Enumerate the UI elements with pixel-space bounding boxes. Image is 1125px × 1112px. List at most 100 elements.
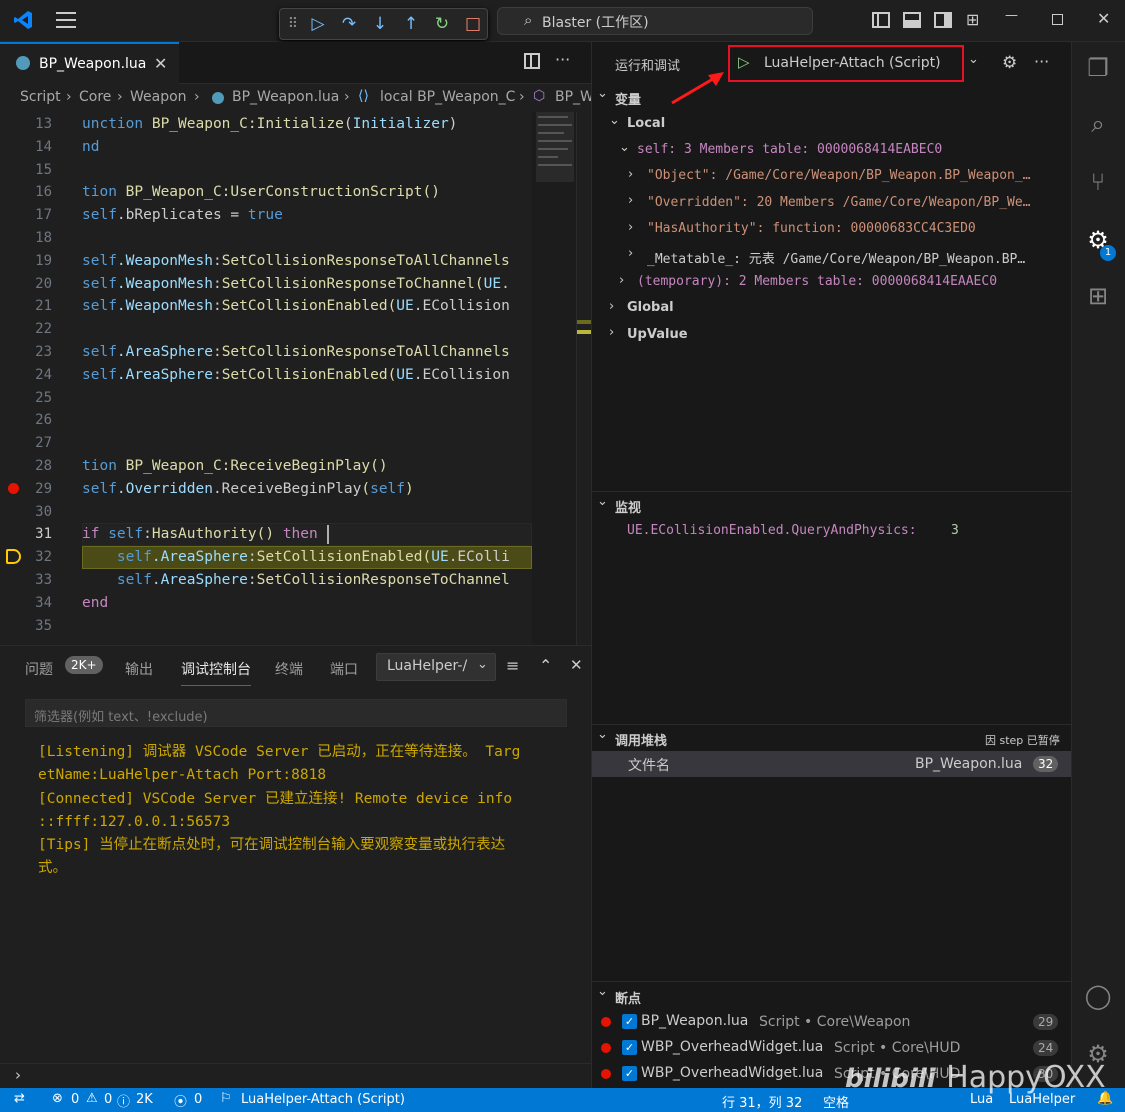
step-out-icon[interactable]: ↑	[400, 13, 422, 35]
code-line[interactable]: self.WeaponMesh:SetCollisionResponseToCh…	[82, 276, 510, 292]
layout-sidebar-icon[interactable]	[872, 12, 890, 28]
code-line[interactable]: self.AreaSphere:SetCollisionResponseToCh…	[82, 572, 510, 588]
tab-output[interactable]: 输出	[125, 659, 153, 679]
continue-icon[interactable]: ▷	[307, 13, 329, 35]
var-hasauthority[interactable]: "HasAuthority": function: 00000683CC4C3E…	[647, 221, 1067, 236]
code-view[interactable]: 13 unction BP_Weapon_C:Initialize(Initial…	[0, 112, 532, 645]
step-over-icon[interactable]: ↷	[338, 13, 360, 35]
chevron-right-icon[interactable]: ›	[609, 325, 614, 340]
chevron-right-icon[interactable]: ›	[628, 220, 633, 235]
code-line[interactable]: end	[82, 595, 108, 611]
search-icon[interactable]: ⌕	[1082, 110, 1114, 142]
var-temporary[interactable]: (temporary): 2 Members table: 0000068414…	[637, 274, 1067, 289]
code-line[interactable]: self.AreaSphere:SetCollisionResponseToAl…	[82, 344, 510, 360]
explorer-icon[interactable]: ❐	[1082, 54, 1114, 86]
breadcrumb-item[interactable]: Script	[20, 89, 61, 105]
chevron-down-icon[interactable]: ⌄	[597, 86, 608, 101]
chevron-right-icon[interactable]: ›	[619, 273, 624, 288]
close-panel-icon[interactable]: ✕	[570, 656, 583, 674]
chevron-down-icon[interactable]: ⌄	[609, 113, 620, 128]
cursor-position[interactable]: 行 31，列 32	[722, 1092, 802, 1111]
error-icon[interactable]: ⊗	[52, 1091, 63, 1106]
step-into-icon[interactable]: ↓	[369, 13, 391, 35]
more-actions-icon[interactable]: ···	[555, 50, 570, 69]
close-window-button[interactable]: ✕	[1097, 9, 1110, 28]
chevron-right-icon[interactable]: ›	[628, 193, 633, 208]
breakpoint-checkbox[interactable]: ✓	[622, 1014, 637, 1029]
breadcrumb-item[interactable]: BP_W	[555, 89, 591, 105]
drag-handle-icon[interactable]: ⠿	[282, 13, 304, 35]
launch-config-select[interactable]: ▷ LuaHelper-Attach (Script)	[728, 45, 964, 82]
breakpoints-section-title[interactable]: 断点	[615, 988, 641, 1007]
global-scope[interactable]: Global	[627, 300, 674, 315]
tab-bp-weapon[interactable]: BP_Weapon.lua ✕	[0, 42, 179, 84]
extensions-icon[interactable]: ⊞	[1082, 282, 1114, 314]
breakpoint-row[interactable]: ✓ BP_Weapon.lua Script • Core\Weapon 29	[592, 1010, 1071, 1036]
stop-icon[interactable]: □	[462, 13, 484, 35]
maximize-panel-icon[interactable]: ⌃	[539, 656, 552, 675]
code-line[interactable]: self.WeaponMesh:SetCollisionEnabled(UE.E…	[82, 298, 510, 314]
var-self[interactable]: self: 3 Members table: 0000068414EABEC0	[637, 142, 1067, 157]
code-line[interactable]: unction BP_Weapon_C:Initialize(Initializ…	[82, 116, 457, 132]
breakpoint-icon[interactable]	[8, 483, 19, 494]
code-line[interactable]: tion BP_Weapon_C:ReceiveBeginPlay()	[82, 458, 388, 474]
scrollbar[interactable]	[576, 112, 591, 645]
maximize-button[interactable]	[1052, 14, 1063, 25]
chevron-down-icon[interactable]: ⌄	[597, 984, 608, 999]
upvalue-scope[interactable]: UpValue	[627, 327, 688, 342]
code-line[interactable]: tion BP_Weapon_C:UserConstructionScript(…	[82, 184, 440, 200]
debug-session-status[interactable]: LuaHelper-Attach (Script)	[241, 1092, 405, 1107]
watch-expression[interactable]: UE.ECollisionEnabled.QueryAndPhysics:	[627, 523, 917, 538]
chevron-down-icon[interactable]: ⌄	[597, 494, 608, 509]
tab-ports[interactable]: 端口	[330, 659, 358, 679]
command-center-search[interactable]: ⌕ Blaster (工作区)	[497, 7, 813, 35]
layout-panel-icon[interactable]	[903, 12, 921, 28]
chevron-down-icon[interactable]: ⌄	[597, 727, 608, 742]
filter-input[interactable]: 筛选器(例如 text、!exclude)	[25, 699, 567, 727]
code-line[interactable]: nd	[82, 139, 99, 155]
variables-section-title[interactable]: 变量	[615, 89, 641, 108]
chevron-down-icon[interactable]: ⌄	[619, 140, 630, 155]
var-object[interactable]: "Object": /Game/Core/Weapon/BP_Weapon.BP…	[647, 168, 1067, 183]
start-debugging-icon[interactable]: ▷	[738, 53, 750, 71]
local-scope[interactable]: Local	[627, 116, 665, 131]
watch-section-title[interactable]: 监视	[615, 497, 641, 516]
code-line[interactable]: self.WeaponMesh:SetCollisionResponseToAl…	[82, 253, 510, 269]
code-line[interactable]: self.AreaSphere:SetCollisionEnabled(UE.E…	[82, 367, 510, 383]
close-tab-icon[interactable]: ✕	[154, 54, 167, 73]
breakpoint-checkbox[interactable]: ✓	[622, 1040, 637, 1055]
chevron-down-icon[interactable]: ⌄	[968, 52, 979, 67]
debug-console-output[interactable]: [Listening] 调试器 VSCode Server 已启动，正在等待连接…	[38, 741, 578, 881]
code-line[interactable]: self.AreaSphere:SetCollisionEnabled(UE.E…	[82, 549, 510, 565]
breadcrumb-item[interactable]: local BP_Weapon_C	[380, 89, 515, 105]
chevron-right-icon[interactable]: ›	[628, 167, 633, 182]
tab-problems[interactable]: 问题	[25, 659, 53, 679]
code-line[interactable]: if self:HasAuthority() then	[82, 526, 318, 542]
gear-icon[interactable]: ⚙	[1002, 53, 1017, 73]
tab-terminal[interactable]: 终端	[275, 659, 303, 679]
minimap[interactable]	[532, 112, 576, 645]
customize-layout-icon[interactable]: ⊞	[966, 10, 979, 29]
tab-debug-console[interactable]: 调试控制台	[181, 659, 251, 686]
ports-icon[interactable]: ⦿	[174, 1091, 187, 1110]
breadcrumb-item[interactable]: BP_Weapon.lua	[232, 89, 339, 105]
more-actions-icon[interactable]: ···	[1034, 52, 1049, 71]
debug-session-select[interactable]: LuaHelper-/ ⌄	[376, 653, 496, 681]
warning-icon[interactable]: ⚠	[86, 1091, 98, 1106]
var-metatable[interactable]: _Metatable_: 元表 /Game/Core/Weapon/BP_Wea…	[647, 248, 1067, 267]
minimize-button[interactable]: —	[1005, 8, 1025, 23]
console-input[interactable]: ›	[0, 1063, 591, 1089]
breadcrumb-item[interactable]: Core	[79, 89, 111, 105]
callstack-section-title[interactable]: 调用堆栈	[615, 730, 667, 749]
remote-icon[interactable]: ⇄	[14, 1091, 25, 1106]
debug-session-icon[interactable]: ⚐	[220, 1091, 232, 1106]
var-overridden[interactable]: "Overridden": 20 Members /Game/Core/Weap…	[647, 195, 1067, 210]
split-editor-icon[interactable]	[524, 53, 540, 69]
info-icon[interactable]: ⓘ	[117, 1091, 130, 1110]
breakpoint-row[interactable]: ✓ WBP_OverheadWidget.lua Script • Core\H…	[592, 1036, 1071, 1062]
stack-frame-row[interactable]: 文件名 BP_Weapon.lua 32	[592, 751, 1071, 777]
menu-icon[interactable]	[56, 12, 76, 28]
layout-secondary-sidebar-icon[interactable]	[934, 12, 952, 28]
breadcrumb-item[interactable]: Weapon	[130, 89, 187, 105]
source-control-icon[interactable]: ⑂	[1082, 168, 1114, 200]
